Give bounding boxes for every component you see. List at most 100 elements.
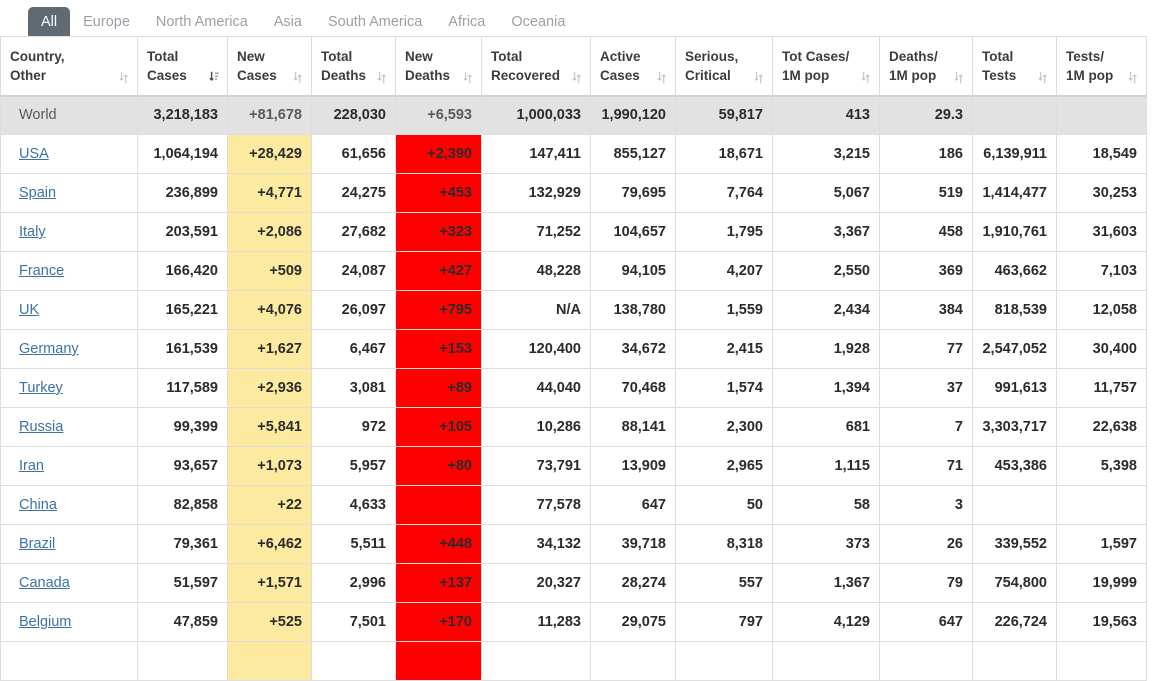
table-row: Belgium 47,859 +525 7,501 +170 11,283 29,075 79… [0, 602, 1147, 642]
column-header-line2: Tests [982, 67, 1017, 83]
cell-deaths-per-1m: 384 [879, 290, 973, 330]
column-header-total-recovered[interactable]: Total Recovered [481, 36, 591, 97]
country-link[interactable]: Brazil [19, 536, 55, 552]
cell-new-deaths [395, 485, 482, 525]
sort-both-icon[interactable] [754, 71, 763, 84]
sort-both-icon[interactable] [572, 71, 581, 84]
cell-total-cases: 1,064,194 [137, 134, 228, 174]
column-header-total-deaths[interactable]: Total Deaths [311, 36, 396, 97]
table-row: World 3,218,183 +81,678 228,030 +6,593 1,000,… [0, 95, 1147, 135]
column-header-new-deaths[interactable]: New Deaths [395, 36, 482, 97]
tab-asia[interactable]: Asia [261, 7, 315, 36]
tab-africa[interactable]: Africa [435, 7, 498, 36]
cell-total-tests: 818,539 [972, 290, 1057, 330]
country-link[interactable]: Italy [19, 224, 46, 240]
country-link[interactable]: USA [19, 146, 49, 162]
cell-total-tests: 3,303,717 [972, 407, 1057, 447]
cell-deaths-per-1m: 37 [879, 368, 973, 408]
tab-europe[interactable]: Europe [70, 7, 143, 36]
cell-total-recovered: N/A [481, 290, 591, 330]
cell-total-tests: 1,414,477 [972, 173, 1057, 213]
sort-both-icon[interactable] [119, 71, 128, 84]
cell-new-deaths: +2,390 [395, 134, 482, 174]
cell-country [0, 641, 138, 681]
cell-tests-per-1m: 22,638 [1056, 407, 1147, 447]
cell-active-cases [590, 641, 676, 681]
header-row: Country, Other Total Cases New Cases Tot… [0, 36, 1147, 97]
cell-serious-critical: 1,559 [675, 290, 773, 330]
sort-both-icon[interactable] [293, 71, 302, 84]
cell-total-cases: 93,657 [137, 446, 228, 486]
sort-both-icon[interactable] [463, 71, 472, 84]
tab-all[interactable]: All [28, 7, 71, 36]
cell-total-cases: 236,899 [137, 173, 228, 213]
region-tabs: All Europe North America Asia South Amer… [0, 0, 1163, 36]
column-header-deaths-per-1m[interactable]: Deaths/ 1M pop [879, 36, 973, 97]
cell-country: China [0, 485, 138, 525]
country-link[interactable]: China [19, 497, 57, 513]
cell-serious-critical [675, 641, 773, 681]
tab-south-america[interactable]: South America [315, 7, 435, 36]
sort-both-icon[interactable] [861, 71, 870, 84]
column-header-serious-critical[interactable]: Serious, Critical [675, 36, 773, 97]
country-link[interactable]: Belgium [19, 614, 71, 630]
cell-tests-per-1m: 30,400 [1056, 329, 1147, 369]
cell-country: Turkey [0, 368, 138, 408]
cell-new-deaths: +448 [395, 524, 482, 564]
country-link[interactable]: UK [19, 302, 39, 318]
country-link[interactable]: Germany [19, 341, 79, 357]
country-link[interactable]: Canada [19, 575, 70, 591]
cell-tot-cases-per-1m: 1,115 [772, 446, 880, 486]
cell-total-cases: 99,399 [137, 407, 228, 447]
tab-oceania[interactable]: Oceania [498, 7, 578, 36]
sort-both-icon[interactable] [1038, 71, 1047, 84]
column-header-line2: Other [10, 67, 47, 83]
cell-tot-cases-per-1m: 373 [772, 524, 880, 564]
sort-descending-active-icon[interactable] [209, 71, 219, 84]
sort-both-icon[interactable] [954, 71, 963, 84]
column-header-line2: Critical [685, 67, 731, 83]
column-header-line1: Tot Cases/ [782, 48, 850, 64]
column-header-tot-cases-per-1m[interactable]: Tot Cases/ 1M pop [772, 36, 880, 97]
country-link[interactable]: Spain [19, 185, 56, 201]
cell-total-recovered: 132,929 [481, 173, 591, 213]
cell-tot-cases-per-1m: 5,067 [772, 173, 880, 213]
cell-tests-per-1m: 30,253 [1056, 173, 1147, 213]
cell-total-cases [137, 641, 228, 681]
cell-country: France [0, 251, 138, 291]
country-link[interactable]: France [19, 263, 64, 279]
column-header-total-cases[interactable]: Total Cases [137, 36, 228, 97]
cell-deaths-per-1m: 7 [879, 407, 973, 447]
column-header-line2: 1M pop [782, 67, 830, 83]
country-link[interactable]: Russia [19, 419, 63, 435]
country-link[interactable]: Turkey [19, 380, 63, 396]
cell-tests-per-1m: 18,549 [1056, 134, 1147, 174]
column-header-country[interactable]: Country, Other [0, 36, 138, 97]
column-header-line2: 1M pop [1066, 67, 1114, 83]
cell-total-cases: 203,591 [137, 212, 228, 252]
cell-country: World [0, 95, 138, 135]
cell-total-tests: 2,547,052 [972, 329, 1057, 369]
cell-tests-per-1m [1056, 95, 1147, 135]
cell-new-cases: +2,936 [227, 368, 312, 408]
sort-both-icon[interactable] [657, 71, 666, 84]
column-header-new-cases[interactable]: New Cases [227, 36, 312, 97]
column-header-total-tests[interactable]: Total Tests [972, 36, 1057, 97]
cell-total-cases: 51,597 [137, 563, 228, 603]
cell-deaths-per-1m: 71 [879, 446, 973, 486]
column-header-active-cases[interactable]: Active Cases [590, 36, 676, 97]
column-header-tests-per-1m[interactable]: Tests/ 1M pop [1056, 36, 1147, 97]
cell-total-deaths: 26,097 [311, 290, 396, 330]
cell-total-recovered: 120,400 [481, 329, 591, 369]
cell-country: Brazil [0, 524, 138, 564]
cell-deaths-per-1m [879, 641, 973, 681]
sort-both-icon[interactable] [1128, 71, 1137, 84]
cell-new-deaths: +80 [395, 446, 482, 486]
sort-both-icon[interactable] [377, 71, 386, 84]
cell-total-deaths: 6,467 [311, 329, 396, 369]
cell-tot-cases-per-1m: 58 [772, 485, 880, 525]
country-link[interactable]: Iran [19, 458, 44, 474]
cell-active-cases: 855,127 [590, 134, 676, 174]
table-row: France 166,420 +509 24,087 +427 48,228 94,105 4… [0, 251, 1147, 291]
tab-north-america[interactable]: North America [143, 7, 261, 36]
